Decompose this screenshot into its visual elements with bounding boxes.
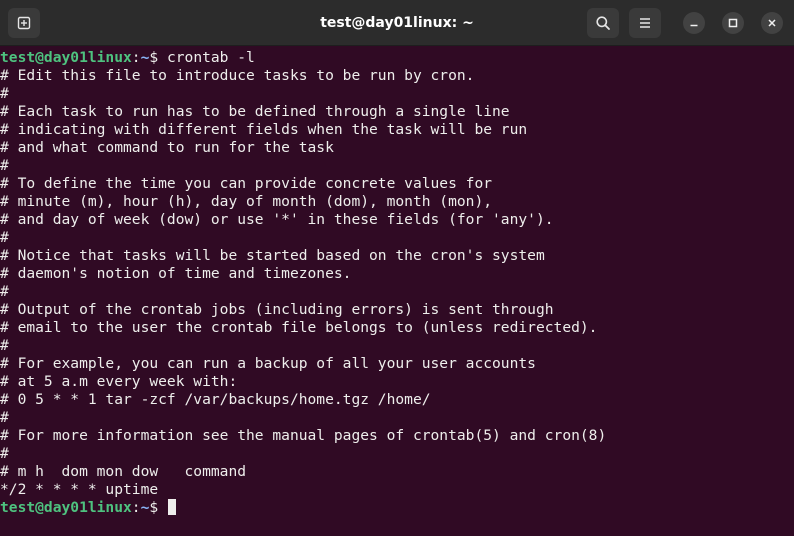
output-line: # For example, you can run a backup of a…: [0, 355, 536, 372]
maximize-icon: [728, 18, 738, 28]
output-line: # email to the user the crontab file bel…: [0, 319, 598, 336]
output-line: # at 5 a.m every week with:: [0, 373, 238, 390]
search-icon: [596, 16, 610, 30]
output-line: #: [0, 445, 9, 462]
prompt-user-host: test@day01linux: [0, 49, 132, 66]
output-line: # indicating with different fields when …: [0, 121, 528, 138]
close-icon: [768, 19, 776, 27]
output-line: */2 * * * * uptime: [0, 481, 159, 498]
window-title: test@day01linux: ~: [320, 15, 474, 31]
maximize-button[interactable]: [722, 12, 744, 34]
output-line: #: [0, 229, 9, 246]
output-line: # m h dom mon dow command: [0, 463, 247, 480]
output-line: # Output of the crontab jobs (including …: [0, 301, 554, 318]
output-line: # minute (m), hour (h), day of month (do…: [0, 193, 493, 210]
title-bar: test@day01linux: ~: [0, 0, 794, 46]
terminal-output[interactable]: test@day01linux:~$ crontab -l # Edit thi…: [0, 46, 794, 536]
current-prompt-line[interactable]: test@day01linux:~$: [0, 499, 176, 517]
command-text: crontab -l: [166, 49, 255, 66]
search-button[interactable]: [587, 8, 619, 38]
prompt-colon: :: [131, 499, 141, 516]
output-line: #: [0, 157, 9, 174]
minimize-icon: [690, 24, 698, 27]
output-line: # For more information see the manual pa…: [0, 427, 607, 444]
output-line: #: [0, 85, 9, 102]
prompt-user-host: test@day01linux: [0, 499, 132, 516]
output-line: # 0 5 * * 1 tar -zcf /var/backups/home.t…: [0, 391, 431, 408]
text-cursor: [167, 499, 176, 515]
hamburger-menu-icon: [640, 18, 650, 28]
prompt-colon: :: [131, 49, 141, 66]
command-line: test@day01linux:~$ crontab -l: [0, 49, 255, 67]
output-line: # and what command to run for the task: [0, 139, 334, 156]
output-line: # and day of week (dow) or use '*' in th…: [0, 211, 554, 228]
output-line: # daemon's notion of time and timezones.: [0, 265, 352, 282]
menu-button[interactable]: [629, 8, 661, 38]
output-line: #: [0, 337, 9, 354]
prompt-symbol: $: [149, 49, 167, 66]
prompt-symbol: $: [149, 499, 167, 516]
close-button[interactable]: [761, 12, 783, 34]
output-line: # To define the time you can provide con…: [0, 175, 493, 192]
output-line: # Notice that tasks will be started base…: [0, 247, 545, 264]
output-line: # Edit this file to introduce tasks to b…: [0, 67, 475, 84]
output-line: #: [0, 283, 9, 300]
output-line: # Each task to run has to be defined thr…: [0, 103, 510, 120]
minimize-button[interactable]: [683, 12, 705, 34]
output-line: #: [0, 409, 9, 426]
